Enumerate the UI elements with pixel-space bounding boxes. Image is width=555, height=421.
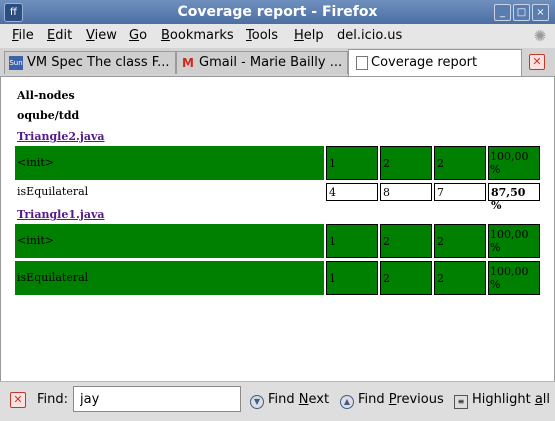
method-name-cell: isEquilateral <box>15 261 324 295</box>
minimize-button[interactable]: _ <box>494 4 511 21</box>
menu-tools[interactable]: Tools <box>246 28 278 43</box>
coverage-percent-cell: 87,50 % <box>488 183 540 212</box>
count-cell: 1 <box>326 146 378 180</box>
class-link-triangle2[interactable]: Triangle2.java <box>17 130 104 143</box>
tab-label: Gmail - Marie Bailly ... <box>199 55 343 70</box>
close-findbar-icon[interactable]: ✕ <box>10 392 26 408</box>
sun-icon: Sun <box>9 56 23 70</box>
maximize-button[interactable]: □ <box>513 4 530 21</box>
count-cell: 7 <box>434 183 486 201</box>
count-cell: 2 <box>380 261 432 295</box>
title-bar: ff Coverage report - Firefox _ □ × <box>0 0 555 24</box>
tab-label: VM Spec The class F... <box>27 55 170 70</box>
menu-view[interactable]: View <box>86 28 117 43</box>
method-name-cell: <init> <box>15 224 324 258</box>
tab-bar: Sun VM Spec The class F... M Gmail - Mar… <box>0 48 555 77</box>
menu-edit[interactable]: Edit <box>47 28 72 43</box>
menu-help[interactable]: Help <box>294 28 324 43</box>
find-label: Find: <box>37 392 69 407</box>
heading-package: oqube/tdd <box>17 109 80 122</box>
count-cell: 1 <box>326 224 378 258</box>
find-bar: ✕ Find: ▼Find Next ▲Find Previous ≡Highl… <box>0 381 555 421</box>
count-cell: 1 <box>326 261 378 295</box>
gmail-icon: M <box>182 56 194 70</box>
count-cell: 2 <box>434 224 486 258</box>
highlight-all-button[interactable]: ≡ Highlight all <box>454 392 550 409</box>
menu-file[interactable]: File <box>12 28 34 43</box>
method-name-cell: <init> <box>15 146 324 180</box>
menu-delicious[interactable]: del.icio.us <box>337 28 402 43</box>
heading-all-nodes: All-nodes <box>17 89 75 102</box>
count-cell: 2 <box>380 224 432 258</box>
coverage-percent-cell: 100,00 % <box>488 261 540 295</box>
menu-bar: File Edit View Go Bookmarks Tools Help d… <box>0 24 555 48</box>
page-icon <box>356 56 368 70</box>
coverage-percent-cell: 100,00 % <box>488 224 540 258</box>
find-previous-button[interactable]: ▲ Find Previous <box>340 392 444 409</box>
highlight-icon: ≡ <box>454 395 468 409</box>
tab-gmail[interactable]: M Gmail - Marie Bailly ... <box>176 51 348 74</box>
menu-go[interactable]: Go <box>129 28 147 43</box>
find-input[interactable] <box>73 386 241 412</box>
arrow-up-icon: ▲ <box>340 395 354 409</box>
find-next-button[interactable]: ▼ Find Next <box>250 392 329 409</box>
tab-coverage-report[interactable]: Coverage report <box>348 49 522 76</box>
throbber-icon: ✺ <box>533 27 547 45</box>
count-cell: 2 <box>434 146 486 180</box>
tab-label: Coverage report <box>371 55 478 70</box>
window-title: Coverage report - Firefox <box>177 4 378 20</box>
tab-vm-spec[interactable]: Sun VM Spec The class F... <box>4 51 176 74</box>
close-tab-icon[interactable]: ✕ <box>529 54 545 70</box>
close-window-button[interactable]: × <box>532 4 549 21</box>
class-link-triangle1[interactable]: Triangle1.java <box>17 208 104 221</box>
count-cell: 4 <box>326 183 378 201</box>
arrow-down-icon: ▼ <box>250 395 264 409</box>
page-content: All-nodes oqube/tdd Triangle2.java <init… <box>0 77 555 381</box>
count-cell: 2 <box>434 261 486 295</box>
coverage-percent-cell: 100,00 % <box>488 146 540 180</box>
menu-bookmarks[interactable]: Bookmarks <box>161 28 234 43</box>
count-cell: 8 <box>380 183 432 201</box>
count-cell: 2 <box>380 146 432 180</box>
method-name-cell: isEquilateral <box>17 185 89 198</box>
